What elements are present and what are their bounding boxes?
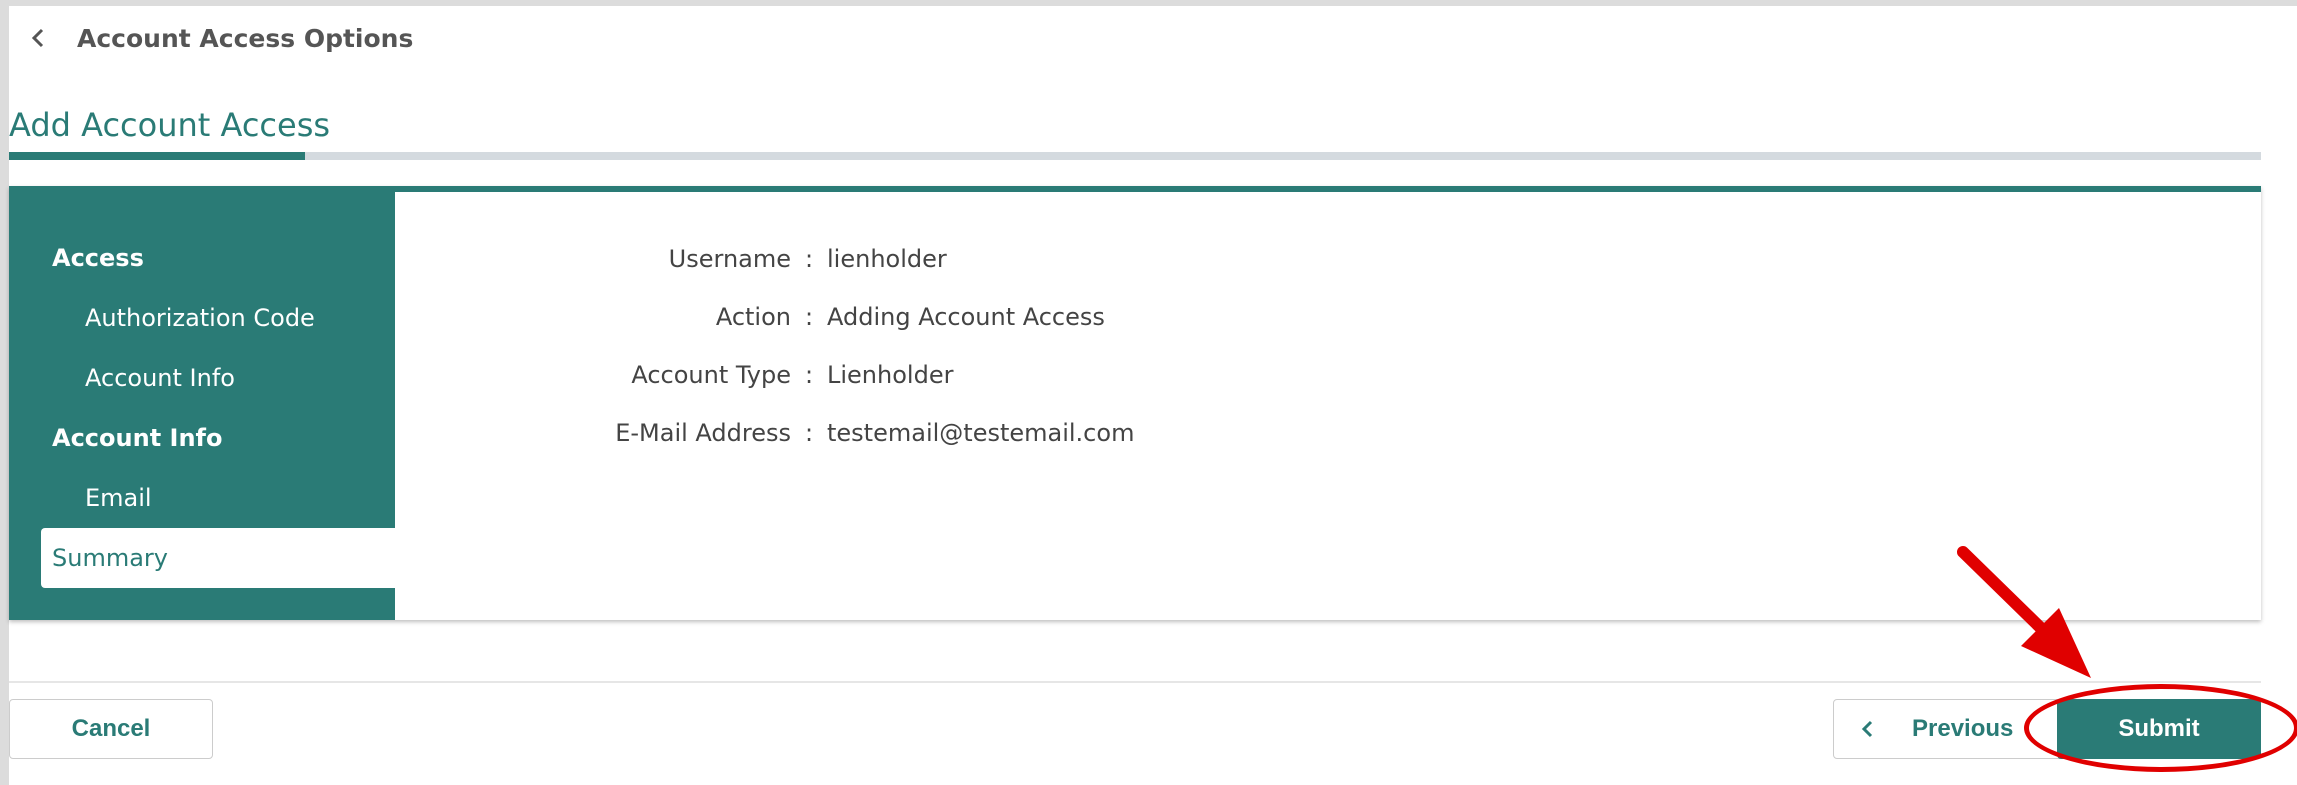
summary-row-account-type: Account Type : Lienholder bbox=[395, 358, 953, 392]
summary-value: Adding Account Access bbox=[827, 303, 1105, 331]
summary-value: lienholder bbox=[827, 245, 947, 273]
title-underline bbox=[9, 152, 2261, 160]
sidebar-item-account-info[interactable]: Account Info bbox=[85, 364, 235, 392]
summary-row-action: Action : Adding Account Access bbox=[395, 300, 1105, 334]
summary-separator: : bbox=[804, 303, 814, 331]
previous-button[interactable]: Previous bbox=[1833, 699, 2063, 759]
page-title: Add Account Access bbox=[9, 106, 331, 144]
summary-key: Username bbox=[668, 245, 791, 273]
summary-key: E-Mail Address bbox=[615, 419, 791, 447]
page: Account Access Options Add Account Acces… bbox=[9, 6, 2297, 785]
sidebar-item-authorization-code[interactable]: Authorization Code bbox=[85, 304, 315, 332]
summary-row-email: E-Mail Address : testemail@testemail.com bbox=[395, 416, 1134, 450]
chevron-left-icon bbox=[25, 25, 51, 51]
wizard-card: Access Authorization Code Account Info A… bbox=[9, 186, 2261, 620]
sidebar-section-account-info: Account Info bbox=[52, 424, 223, 452]
footer-divider bbox=[9, 681, 2261, 683]
summary-value: Lienholder bbox=[827, 361, 954, 389]
summary-separator: : bbox=[804, 419, 814, 447]
title-underline-accent bbox=[9, 152, 305, 160]
chevron-left-icon bbox=[1858, 716, 1878, 742]
wizard-sidebar: Access Authorization Code Account Info A… bbox=[9, 192, 395, 620]
summary-key: Action bbox=[715, 303, 791, 331]
summary-separator: : bbox=[804, 245, 814, 273]
sidebar-item-summary[interactable]: Summary bbox=[41, 528, 395, 588]
summary-key: Account Type bbox=[631, 361, 791, 389]
back-link[interactable]: Account Access Options bbox=[25, 20, 413, 56]
summary-separator: : bbox=[804, 361, 814, 389]
back-link-label: Account Access Options bbox=[77, 23, 414, 53]
sidebar-item-email[interactable]: Email bbox=[85, 484, 152, 512]
sidebar-section-access: Access bbox=[52, 244, 144, 272]
previous-button-label: Previous bbox=[1912, 715, 2014, 742]
cancel-button[interactable]: Cancel bbox=[9, 699, 213, 759]
summary-value: testemail@testemail.com bbox=[827, 419, 1135, 447]
submit-button[interactable]: Submit bbox=[2057, 699, 2261, 759]
summary-row-username: Username : lienholder bbox=[395, 242, 947, 276]
